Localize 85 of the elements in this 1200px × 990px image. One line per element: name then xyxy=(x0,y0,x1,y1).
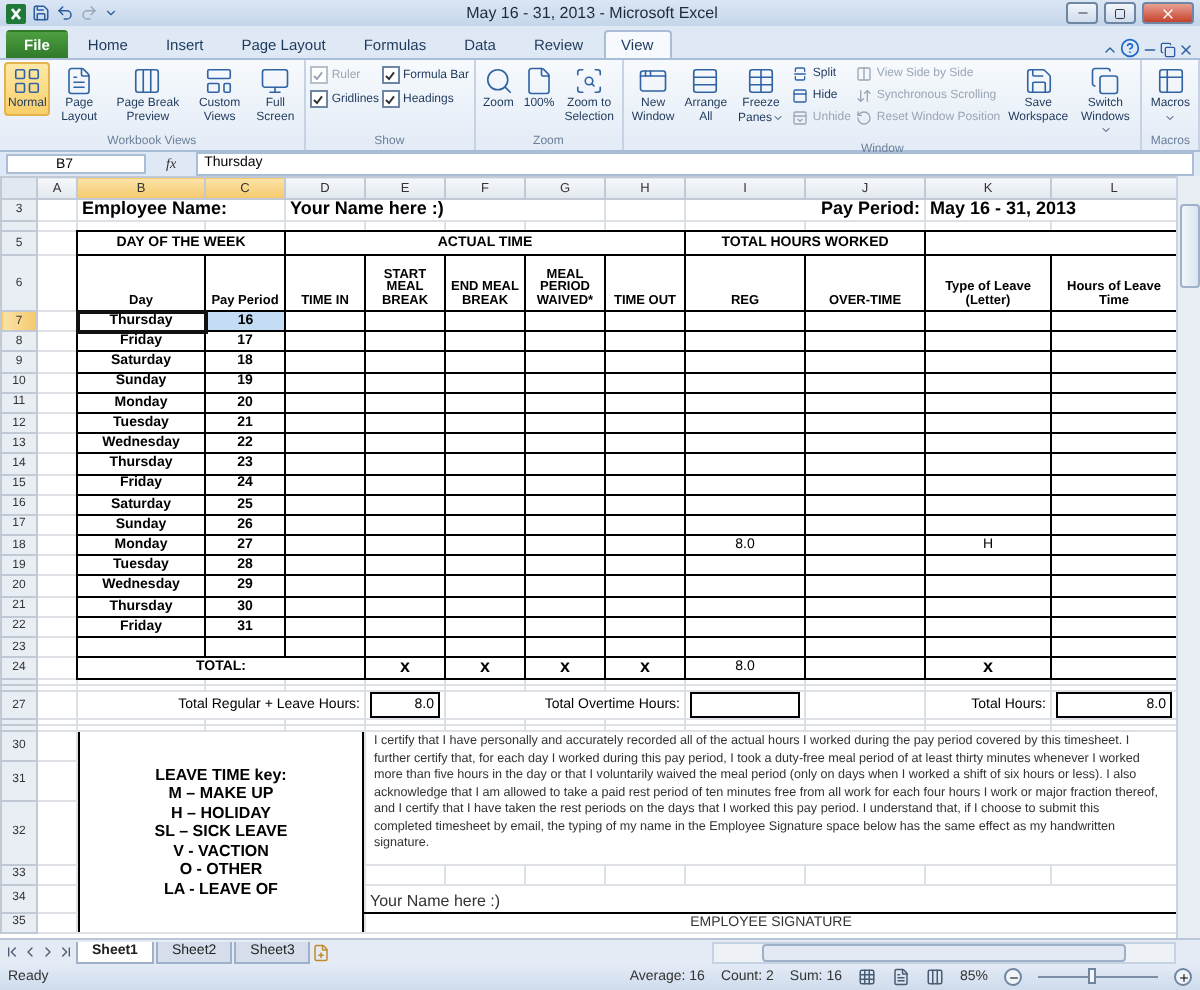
save-button[interactable] xyxy=(32,4,50,22)
next-sheet-button[interactable] xyxy=(40,944,56,960)
close-icon xyxy=(1178,42,1194,58)
right-icon xyxy=(40,944,56,960)
page-break-button[interactable] xyxy=(925,968,944,986)
magnifier-icon xyxy=(574,66,605,96)
x-mark: x xyxy=(559,659,570,677)
leave-key-entry: SL – SICK LEAVE xyxy=(154,822,288,842)
employee-name: Your Name here :) xyxy=(290,201,444,219)
help-button[interactable] xyxy=(1120,38,1140,58)
windows-icon xyxy=(1090,66,1121,96)
horizontal-scrollbar[interactable] xyxy=(712,941,1176,963)
help-icon xyxy=(1120,38,1140,58)
summary-value xyxy=(690,693,800,717)
minimize-ribbon-button[interactable] xyxy=(1102,42,1118,58)
last-icon xyxy=(58,944,74,960)
left-icon xyxy=(22,944,38,960)
leave-key-entry: H – HOLIDAY xyxy=(171,803,271,823)
previous-sheet-button[interactable] xyxy=(22,944,38,960)
x-mark: x xyxy=(399,659,410,677)
columns-icon xyxy=(132,66,163,96)
pay-period-value: May 16 - 31, 2013 xyxy=(930,201,1077,219)
monitor-icon xyxy=(260,66,291,96)
checkbox[interactable] xyxy=(381,90,399,108)
page-icon xyxy=(524,66,555,96)
x-mark: x xyxy=(639,659,650,677)
table-icon xyxy=(746,66,776,96)
window-icon xyxy=(792,110,809,126)
customize-button[interactable] xyxy=(104,6,118,20)
caret-icon xyxy=(104,6,118,20)
new-sheet-icon xyxy=(312,943,331,961)
first-sheet-button[interactable] xyxy=(4,944,20,960)
last-sheet-button[interactable] xyxy=(58,944,74,960)
page-icon xyxy=(64,66,95,96)
layout-icon xyxy=(204,66,235,96)
checkbox[interactable] xyxy=(309,90,328,108)
restore-icon xyxy=(1160,42,1176,58)
columns-icon xyxy=(925,968,944,986)
excel-logo-icon xyxy=(6,3,26,23)
window-title: May 16 - 31, 2013 - Microsoft Excel xyxy=(464,4,720,22)
rows-icon xyxy=(690,66,721,96)
first-icon xyxy=(4,944,20,960)
close-icon xyxy=(1160,5,1176,21)
insert-sheet-button[interactable] xyxy=(312,943,331,961)
plus-icon xyxy=(1177,971,1189,983)
maximize-button[interactable] xyxy=(1104,2,1136,24)
grid-icon xyxy=(857,968,876,986)
leave-key-entry: O - OTHER xyxy=(179,860,263,880)
pay-period-label: Pay Period: xyxy=(820,201,920,219)
floppy-icon xyxy=(32,4,50,22)
grid-icon xyxy=(12,66,43,96)
x-mark: x xyxy=(982,659,993,677)
undo-button[interactable] xyxy=(56,4,74,22)
columns-icon xyxy=(856,66,873,82)
maximize-icon xyxy=(1114,7,1126,19)
zoom-in-button[interactable] xyxy=(1174,968,1192,986)
page-icon xyxy=(891,968,910,986)
page-layout-button[interactable] xyxy=(891,968,910,986)
redo-icon xyxy=(80,4,98,22)
table-icon xyxy=(1155,66,1186,96)
split-icon xyxy=(792,66,809,82)
leave-key-title: LEAVE TIME key: xyxy=(155,765,287,785)
minimize-icon xyxy=(1075,6,1089,20)
zoom-out-button[interactable] xyxy=(1004,968,1022,986)
window-icon xyxy=(792,88,809,104)
minus-icon xyxy=(1007,971,1019,983)
reset-icon xyxy=(856,110,873,126)
employee-name-label: Employee Name: xyxy=(82,201,228,219)
signature-name: Your Name here :) xyxy=(370,892,501,911)
vertical-scrollbar[interactable] xyxy=(1176,176,1200,938)
magnifier-icon xyxy=(483,66,514,96)
restore-button[interactable] xyxy=(1160,42,1176,58)
arrows-icon xyxy=(856,88,873,104)
floppy-icon xyxy=(1023,66,1054,96)
x-mark: x xyxy=(479,659,490,677)
leave-key-entry: V - VACTION xyxy=(173,841,269,861)
checkbox[interactable] xyxy=(381,66,399,84)
slider-thumb[interactable] xyxy=(1088,968,1096,984)
normal-view-button[interactable] xyxy=(857,968,876,986)
leave-key-entry: LA - LEAVE OF xyxy=(164,879,278,899)
leave-key-entry: M – MAKE UP xyxy=(168,784,274,804)
window-icon xyxy=(638,66,669,96)
caret-icon xyxy=(1102,42,1118,58)
undo-icon xyxy=(56,4,74,22)
close-button[interactable] xyxy=(1178,42,1194,58)
